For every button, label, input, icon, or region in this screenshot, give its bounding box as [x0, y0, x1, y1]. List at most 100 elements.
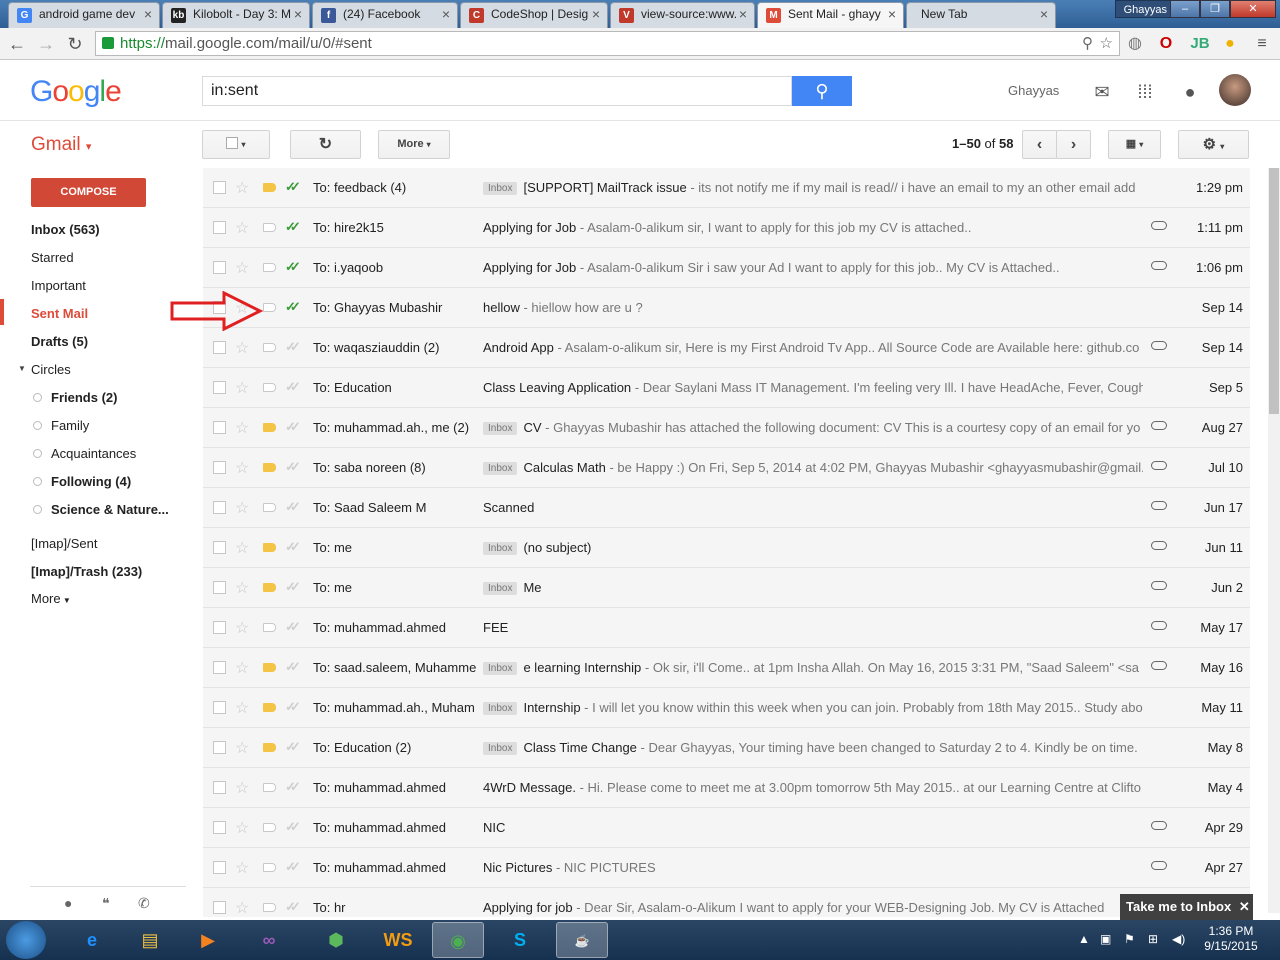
contacts-icon[interactable]: ●: [64, 895, 72, 911]
notifications-icon[interactable]: ●: [1179, 81, 1201, 103]
row-checkbox[interactable]: [213, 781, 226, 794]
close-tab-icon[interactable]: ×: [144, 6, 152, 22]
message-row[interactable]: ☆ ✓✓ To: Saad Saleem M Scanned Jun 17: [203, 488, 1250, 528]
close-window-button[interactable]: ✕: [1230, 0, 1276, 18]
message-row[interactable]: ☆ ✓✓ To: i.yaqoob Applying for Job - Asalam…: [203, 248, 1250, 288]
input-tools-button[interactable]: ▦ ▾: [1108, 130, 1161, 159]
phone-icon[interactable]: ✆: [138, 895, 150, 912]
message-row[interactable]: ☆ ✓✓ To: me Inbox (no subject) Jun 11: [203, 528, 1250, 568]
star-icon[interactable]: ☆: [235, 578, 249, 598]
select-all-button[interactable]: ▾: [202, 130, 270, 159]
close-tab-icon[interactable]: ×: [442, 6, 450, 22]
sidebar-item-imap-trash[interactable]: [Imap]/Trash (233): [31, 564, 142, 579]
maximize-button[interactable]: ❐: [1200, 0, 1230, 18]
importance-marker-icon[interactable]: [263, 383, 276, 392]
minimize-button[interactable]: –: [1170, 0, 1200, 18]
importance-marker-icon[interactable]: [263, 863, 276, 872]
row-checkbox[interactable]: [213, 221, 226, 234]
share-icon[interactable]: ✉: [1091, 81, 1113, 103]
settings-button[interactable]: ⚙ ▾: [1178, 130, 1249, 159]
tray-network-icon[interactable]: ▣: [1100, 932, 1111, 946]
message-row[interactable]: ☆ ✓✓ To: saad.saleem, Muhamme Inbox e learni…: [203, 648, 1250, 688]
sidebar-item-important[interactable]: Important: [31, 278, 86, 293]
take-me-to-inbox-button[interactable]: Take me to Inbox ✕: [1120, 894, 1253, 920]
globe-icon[interactable]: ◍: [1125, 34, 1145, 54]
row-checkbox[interactable]: [213, 861, 226, 874]
avatar[interactable]: [1219, 74, 1251, 106]
star-icon[interactable]: ☆: [235, 738, 249, 758]
message-row[interactable]: ☆ ✓✓ To: hr Applying for job - Dear Sir, As…: [203, 888, 1250, 917]
refresh-button[interactable]: ↻: [290, 130, 361, 159]
older-button[interactable]: ›: [1056, 130, 1091, 159]
star-icon[interactable]: ☆: [235, 338, 249, 358]
row-checkbox[interactable]: [213, 581, 226, 594]
importance-marker-icon[interactable]: [263, 343, 276, 352]
volume-icon[interactable]: ◀): [1172, 932, 1185, 946]
row-checkbox[interactable]: [213, 181, 226, 194]
star-icon[interactable]: ☆: [235, 378, 249, 398]
more-button[interactable]: More ▾: [378, 130, 450, 159]
row-checkbox[interactable]: [213, 421, 226, 434]
message-row[interactable]: ☆ ✓✓ To: muhammad.ahmed FEE May 17: [203, 608, 1250, 648]
message-row[interactable]: ☆ ✓✓ To: Education (2) Inbox Class Time Chan…: [203, 728, 1250, 768]
google-logo[interactable]: Google: [30, 75, 122, 109]
message-row[interactable]: ☆ ✓✓ To: saba noreen (8) Inbox Calculas Math…: [203, 448, 1250, 488]
url-field[interactable]: https://mail.google.com/mail/u/0/#sent ⚲…: [95, 31, 1120, 56]
ie-icon[interactable]: e: [66, 922, 118, 958]
tray-windows-icon[interactable]: ⊞: [1148, 932, 1158, 946]
message-row[interactable]: ☆ ✓✓ To: me Inbox Me Jun 2: [203, 568, 1250, 608]
sidebar-item-inbox[interactable]: Inbox (563): [31, 222, 100, 237]
sidebar-item-friends[interactable]: Friends (2): [51, 390, 117, 405]
message-row[interactable]: ☆ ✓✓ To: Ghayyas Mubashir hellow - hiellow …: [203, 288, 1250, 328]
tab-1[interactable]: kb Kilobolt - Day 3: M ×: [162, 2, 310, 28]
visual-studio-icon[interactable]: ∞: [243, 922, 295, 958]
star-icon[interactable]: ☆: [235, 898, 249, 917]
sidebar-item-circles[interactable]: Circles: [31, 362, 71, 377]
inbox-label[interactable]: Inbox: [483, 542, 518, 555]
message-row[interactable]: ☆ ✓✓ To: waqasziauddin (2) Android App - As…: [203, 328, 1250, 368]
tab-3[interactable]: C CodeShop | Desig ×: [460, 2, 608, 28]
star-icon[interactable]: ☆: [235, 618, 249, 638]
message-row[interactable]: ☆ ✓✓ To: Education Class Leaving Applicatio…: [203, 368, 1250, 408]
row-checkbox[interactable]: [213, 381, 226, 394]
row-checkbox[interactable]: [213, 461, 226, 474]
sidebar-item-more[interactable]: More ▼: [31, 591, 71, 606]
sidebar-item-following[interactable]: Following (4): [51, 474, 131, 489]
media-player-icon[interactable]: ▶: [182, 922, 234, 958]
scrollbar-thumb[interactable]: [1269, 168, 1279, 414]
message-row[interactable]: ☆ ✓✓ To: hire2k15 Applying for Job - Asalam…: [203, 208, 1250, 248]
importance-marker-icon[interactable]: [263, 583, 276, 592]
search-input[interactable]: in:sent: [202, 76, 792, 106]
close-tab-icon[interactable]: ×: [294, 6, 302, 22]
inbox-label[interactable]: Inbox: [483, 742, 518, 755]
sidebar-item-sent[interactable]: Sent Mail: [31, 306, 88, 321]
hangouts-icon[interactable]: ❝: [102, 895, 110, 912]
sidebar-item-drafts[interactable]: Drafts (5): [31, 334, 88, 349]
skype-icon[interactable]: S: [494, 922, 546, 958]
message-row[interactable]: ☆ ✓✓ To: muhammad.ah., me (2) Inbox CV - Gha…: [203, 408, 1250, 448]
scrollbar[interactable]: [1268, 168, 1280, 913]
importance-marker-icon[interactable]: [263, 543, 276, 552]
explorer-icon[interactable]: ▤: [124, 922, 176, 958]
importance-marker-icon[interactable]: [263, 703, 276, 712]
importance-marker-icon[interactable]: [263, 903, 276, 912]
bookmark-star-icon[interactable]: ☆: [1100, 32, 1113, 55]
inbox-label[interactable]: Inbox: [483, 182, 518, 195]
star-icon[interactable]: ☆: [235, 258, 249, 278]
row-checkbox[interactable]: [213, 501, 226, 514]
message-row[interactable]: ☆ ✓✓ To: muhammad.ahmed Nic Pictures - NIC …: [203, 848, 1250, 888]
importance-marker-icon[interactable]: [263, 623, 276, 632]
location-icon[interactable]: ⚲: [1082, 32, 1093, 55]
importance-marker-icon[interactable]: [263, 743, 276, 752]
reload-icon[interactable]: ↻: [64, 33, 86, 55]
star-icon[interactable]: ☆: [235, 178, 249, 198]
tab-0[interactable]: Gandroid game dev ×: [8, 2, 160, 28]
inbox-label[interactable]: Inbox: [483, 662, 518, 675]
inbox-label[interactable]: Inbox: [483, 462, 518, 475]
back-icon[interactable]: ←: [6, 33, 28, 55]
chrome-icon[interactable]: ◉: [432, 922, 484, 958]
star-icon[interactable]: ☆: [235, 698, 249, 718]
profile-badge[interactable]: Ghayyas: [1114, 0, 1176, 18]
tab-4[interactable]: Vview-source:www. ×: [610, 2, 755, 28]
close-icon[interactable]: ✕: [1239, 899, 1250, 914]
